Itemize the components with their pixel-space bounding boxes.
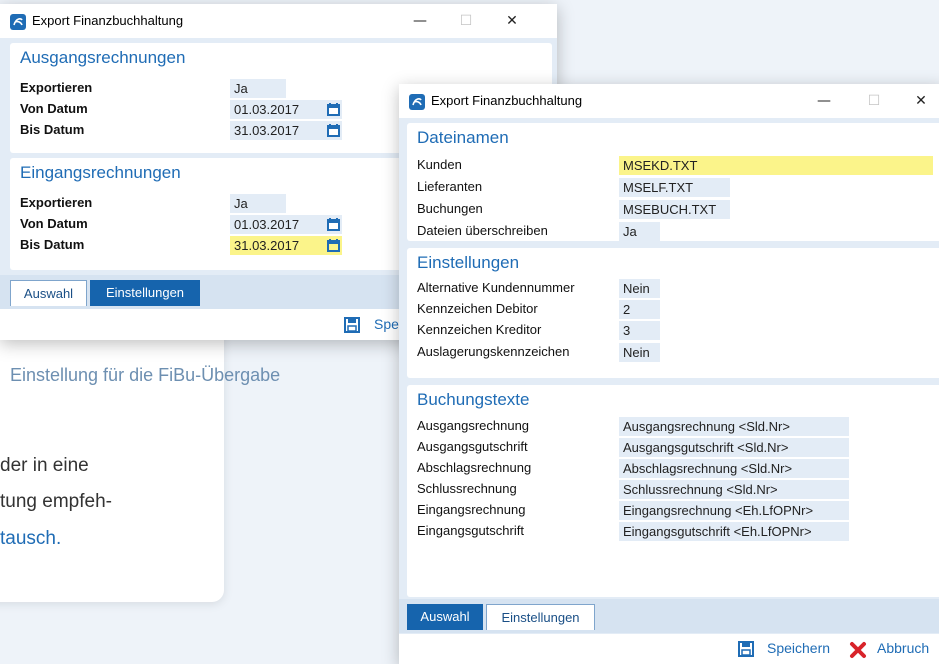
- label-from-date: Von Datum: [20, 101, 88, 116]
- background-text-line-3: tausch.: [0, 528, 62, 549]
- from-date-field[interactable]: 01.03.2017: [230, 215, 342, 234]
- export-window-front: Export Finanzbuchhaltung — ☐ ✕ Dateiname…: [399, 84, 939, 664]
- maximize-icon[interactable]: ☐: [443, 6, 489, 36]
- final-invoice-text-field[interactable]: Schlussrechnung <Sld.Nr>: [619, 480, 849, 499]
- title-bar[interactable]: Export Finanzbuchhaltung — ☐ ✕: [399, 84, 939, 118]
- window-title: Export Finanzbuchhaltung: [431, 93, 583, 108]
- creditor-code-field[interactable]: 3: [619, 321, 660, 340]
- overwrite-files-field[interactable]: Ja: [619, 222, 660, 241]
- label-outgoing-invoice: Ausgangsrechnung: [417, 418, 530, 433]
- to-date-field-focused[interactable]: 31.03.2017: [230, 236, 342, 255]
- app-icon: [10, 14, 26, 30]
- title-bar[interactable]: Export Finanzbuchhaltung — ☐ ✕: [0, 4, 557, 38]
- label-creditor-code: Kennzeichen Kreditor: [417, 322, 542, 337]
- to-date-field[interactable]: 31.03.2017: [230, 121, 342, 140]
- close-icon[interactable]: ✕: [489, 6, 535, 36]
- minimize-icon[interactable]: —: [801, 86, 847, 116]
- row-archive-code: Auslagerungskennzeichen Nein: [417, 342, 939, 362]
- row-final-invoice-text: Schlussrechnung Schlussrechnung <Sld.Nr>: [417, 479, 939, 499]
- incoming-credit-text-field[interactable]: Eingangsgutschrift <Eh.LfOPNr>: [619, 522, 849, 541]
- row-creditor-code: Kennzeichen Kreditor 3: [417, 320, 939, 340]
- section-settings: Einstellungen Alternative Kundennummer N…: [407, 248, 939, 378]
- save-button[interactable]: Spei: [374, 316, 402, 332]
- tab-selection[interactable]: Auswahl: [10, 280, 87, 306]
- tab-selection[interactable]: Auswahl: [407, 604, 483, 630]
- cancel-icon[interactable]: [849, 641, 867, 659]
- section-file-names: Dateinamen Kunden MSEKD.TXT Lieferanten …: [407, 123, 939, 241]
- minimize-icon[interactable]: —: [397, 6, 443, 36]
- section-title: Eingangsrechnungen: [20, 163, 181, 182]
- label-export: Exportieren: [20, 80, 93, 95]
- label-customers: Kunden: [417, 157, 462, 172]
- label-alt-customer-number: Alternative Kundennummer: [417, 280, 575, 295]
- row-outgoing-credit-text: Ausgangsgutschrift Ausgangsgutschrift <S…: [417, 437, 939, 457]
- calendar-icon[interactable]: [327, 218, 340, 231]
- label-partial-invoice: Abschlagsrechnung: [417, 460, 532, 475]
- calendar-icon[interactable]: [327, 239, 340, 252]
- label-to-date: Bis Datum: [20, 237, 85, 252]
- suppliers-file-field[interactable]: MSELF.TXT: [619, 178, 730, 197]
- cancel-button[interactable]: Abbruch: [877, 640, 929, 656]
- label-suppliers: Lieferanten: [417, 179, 483, 194]
- label-incoming-invoice: Eingangsrechnung: [417, 502, 526, 517]
- label-export: Exportieren: [20, 195, 93, 210]
- calendar-icon[interactable]: [327, 103, 340, 116]
- row-incoming-invoice-text: Eingangsrechnung Eingangsrechnung <Eh.Lf…: [417, 500, 939, 520]
- bookings-file-field[interactable]: MSEBUCH.TXT: [619, 200, 730, 219]
- window-title: Export Finanzbuchhaltung: [32, 13, 184, 28]
- save-button[interactable]: Speichern: [767, 640, 830, 656]
- row-debtor-code: Kennzeichen Debitor 2: [417, 299, 939, 319]
- debtor-code-field[interactable]: 2: [619, 300, 660, 319]
- label-final-invoice: Schlussrechnung: [417, 481, 517, 496]
- label-outgoing-credit: Ausgangsgutschrift: [417, 439, 528, 454]
- label-bookings: Buchungen: [417, 201, 483, 216]
- maximize-icon[interactable]: ☐: [851, 86, 897, 116]
- outgoing-invoice-text-field[interactable]: Ausgangsrechnung <Sld.Nr>: [619, 417, 849, 436]
- calendar-icon[interactable]: [327, 124, 340, 137]
- from-date-field[interactable]: 01.03.2017: [230, 100, 342, 119]
- row-alt-customer-number: Alternative Kundennummer Nein: [417, 278, 939, 298]
- background-text-line-1: der in eine: [0, 455, 89, 476]
- row-incoming-credit-text: Eingangsgutschrift Eingangsgutschrift <E…: [417, 521, 939, 541]
- customers-file-field[interactable]: MSEKD.TXT: [619, 156, 933, 175]
- tab-settings[interactable]: Einstellungen: [90, 280, 200, 306]
- save-icon[interactable]: [738, 641, 754, 657]
- label-archive-code: Auslagerungskennzeichen: [417, 344, 570, 359]
- row-customers: Kunden MSEKD.TXT: [417, 155, 939, 175]
- partial-invoice-text-field[interactable]: Abschlagsrechnung <Sld.Nr>: [619, 459, 849, 478]
- window-footer: Speichern Abbruch: [399, 634, 939, 664]
- label-incoming-credit: Eingangsgutschrift: [417, 523, 524, 538]
- section-title: Buchungstexte: [417, 390, 530, 409]
- section-booking-texts: Buchungstexte Ausgangsrechnung Ausgangsr…: [407, 385, 939, 597]
- row-suppliers: Lieferanten MSELF.TXT: [417, 177, 939, 197]
- row-partial-invoice-text: Abschlagsrechnung Abschlagsrechnung <Sld…: [417, 458, 939, 478]
- label-debtor-code: Kennzeichen Debitor: [417, 301, 538, 316]
- row-overwrite-files: Dateien überschreiben Ja: [417, 221, 939, 241]
- section-title: Dateinamen: [417, 128, 509, 147]
- tab-settings[interactable]: Einstellungen: [486, 604, 595, 630]
- incoming-invoice-text-field[interactable]: Eingangsrechnung <Eh.LfOPNr>: [619, 501, 849, 520]
- row-bookings: Buchungen MSEBUCH.TXT: [417, 199, 939, 219]
- background-caption: Einstellung für die FiBu-Übergabe: [10, 365, 281, 385]
- row-outgoing-invoice-text: Ausgangsrechnung Ausgangsrechnung <Sld.N…: [417, 416, 939, 436]
- close-icon[interactable]: ✕: [898, 86, 939, 116]
- save-icon[interactable]: [344, 317, 360, 333]
- background-text-line-2: tung empfeh-: [0, 491, 112, 512]
- tab-bar: Auswahl Einstellungen: [399, 599, 939, 633]
- export-field[interactable]: Ja: [230, 194, 286, 213]
- label-to-date: Bis Datum: [20, 122, 85, 137]
- outgoing-credit-text-field[interactable]: Ausgangsgutschrift <Sld.Nr>: [619, 438, 849, 457]
- export-field[interactable]: Ja: [230, 79, 286, 98]
- alt-customer-number-field[interactable]: Nein: [619, 279, 660, 298]
- label-overwrite-files: Dateien überschreiben: [417, 223, 548, 238]
- label-from-date: Von Datum: [20, 216, 88, 231]
- archive-code-field[interactable]: Nein: [619, 343, 660, 362]
- section-title: Einstellungen: [417, 253, 520, 272]
- section-title: Ausgangsrechnungen: [20, 48, 186, 67]
- app-icon: [409, 94, 425, 110]
